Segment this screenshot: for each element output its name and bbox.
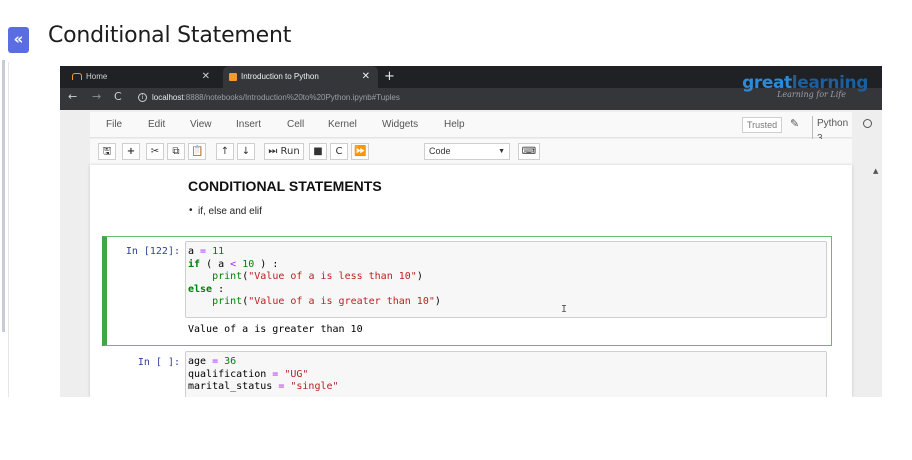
lesson-video-frame[interactable]: Home ✕ Introduction to Python ✕ + ← → C … (60, 66, 882, 397)
code-block[interactable]: a = 11 if ( a < 10 ) : print("Value of a … (188, 246, 441, 309)
code-line: if ( a < 10 ) : (188, 258, 279, 270)
menu-kernel[interactable]: Kernel (328, 119, 357, 130)
tab-label: Introduction to Python (241, 72, 319, 81)
close-tab-icon[interactable]: ✕ (202, 66, 210, 88)
cell-output: Value of a is greater than 10 (188, 324, 363, 335)
code-block[interactable]: age = 36 qualification = "UG" marital_stat… (188, 356, 339, 394)
restart-run-all-icon[interactable]: ⏩ (351, 143, 370, 160)
cell-prompt: In [ ]: (137, 357, 180, 368)
insert-cell-icon[interactable]: + (122, 143, 140, 160)
back-icon[interactable]: ← (68, 90, 77, 103)
forward-icon[interactable]: → (92, 90, 101, 103)
tab-label: Home (86, 72, 108, 81)
scroll-up-icon[interactable]: ▲ (873, 167, 878, 175)
code-line: qualification = "UG" (188, 368, 309, 380)
close-tab-icon[interactable]: ✕ (362, 66, 370, 88)
markdown-bullet: if, else and elif (189, 205, 262, 217)
reload-icon[interactable]: C (114, 90, 122, 103)
tab-introduction-to-python[interactable]: Introduction to Python ✕ (223, 66, 378, 88)
edit-pencil-icon[interactable]: ✎ (790, 117, 799, 130)
cell-prompt: In [122]: (125, 246, 180, 257)
notebook-icon (229, 72, 237, 81)
url-host: localhost (152, 93, 184, 102)
url-field[interactable]: localhost:8888/notebooks/Introduction%20… (152, 93, 400, 102)
menu-help[interactable]: Help (444, 119, 465, 130)
code-line: print("Value of a is less than 10") (212, 271, 423, 282)
run-label: Run (280, 146, 300, 157)
notebook-menubar: File Edit View Insert Cell Kernel Widget… (90, 112, 872, 146)
jupyter-icon (72, 73, 82, 81)
code-line: print("Value of a is greater than 10") (212, 296, 441, 307)
move-up-icon[interactable]: ↑ (216, 143, 234, 160)
tab-home[interactable]: Home ✕ (66, 66, 218, 88)
menu-file[interactable]: File (106, 119, 122, 130)
kernel-idle-icon (863, 119, 872, 128)
cut-icon[interactable]: ✂ (146, 143, 164, 160)
page-title: Conditional Statement (48, 23, 292, 48)
code-line: else : (188, 283, 225, 295)
text-cursor-icon: I (561, 304, 568, 315)
paste-icon[interactable]: 📋 (188, 143, 207, 160)
cell-type-select[interactable]: Code ▼ (424, 143, 510, 160)
code-line: marital_status = "single" (188, 381, 339, 392)
brand-tagline: Learning for Life (777, 90, 846, 99)
sidebar-progress-rule (2, 60, 5, 332)
url-path: :8888/notebooks/Introduction%20to%20Pyth… (183, 93, 400, 102)
menu-edit[interactable]: Edit (148, 119, 165, 130)
menu-cell[interactable]: Cell (287, 119, 304, 130)
chevron-down-icon: ▼ (498, 148, 505, 155)
move-down-icon[interactable]: ↓ (237, 143, 255, 160)
keyboard-icon[interactable]: ⌨ (518, 143, 540, 160)
menu-view[interactable]: View (190, 119, 212, 130)
site-info-icon[interactable]: i (138, 93, 147, 102)
divider (8, 62, 9, 397)
notebook-toolbar: 🖫 + ✂ ⧉ 📋 ↑ ↓ ⏭ Run ■ C ⏩ Code ▼ ⌨ (90, 139, 852, 165)
menu-widgets[interactable]: Widgets (382, 119, 418, 130)
new-tab-button[interactable]: + (384, 66, 395, 88)
restart-icon[interactable]: C (330, 143, 348, 160)
menu-insert[interactable]: Insert (236, 119, 261, 130)
code-line: a = 11 (188, 246, 225, 257)
markdown-heading: CONDITIONAL STATEMENTS (188, 178, 382, 194)
copy-icon[interactable]: ⧉ (167, 143, 185, 160)
save-icon[interactable]: 🖫 (98, 143, 116, 160)
collapse-sidebar-button[interactable]: « (8, 27, 29, 53)
stop-icon[interactable]: ■ (309, 143, 327, 160)
run-button[interactable]: ⏭ Run (264, 143, 304, 160)
trusted-indicator[interactable]: Trusted (742, 117, 783, 133)
cell-type-value: Code (429, 146, 451, 156)
code-line: age = 36 (188, 356, 237, 367)
